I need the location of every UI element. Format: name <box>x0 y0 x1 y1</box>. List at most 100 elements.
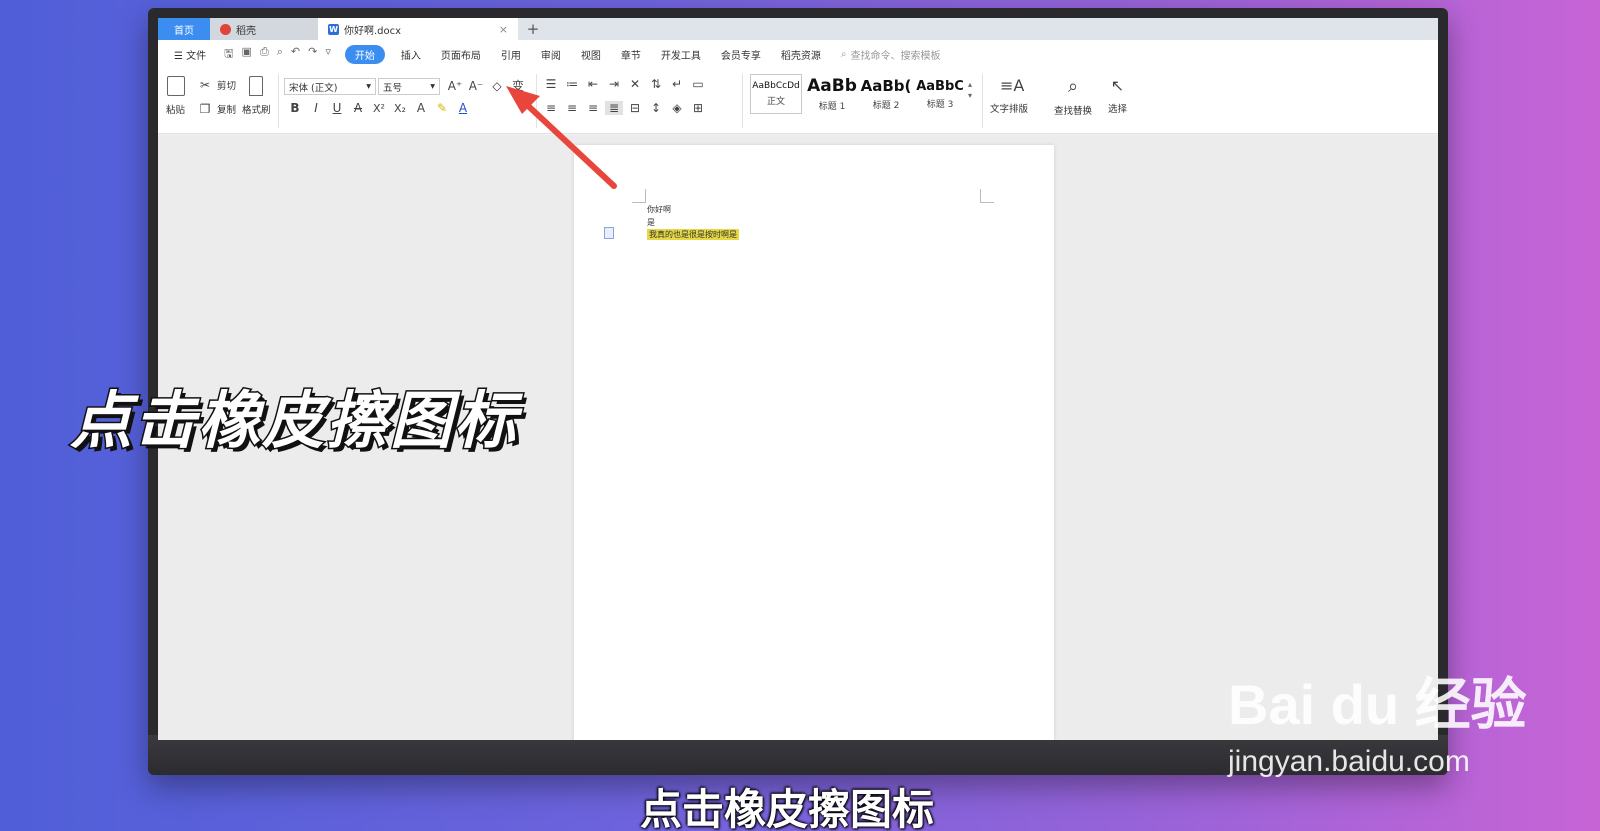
increase-font-icon[interactable]: A⁺ <box>446 79 464 93</box>
new-tab-button[interactable]: + <box>518 18 548 40</box>
tab-review[interactable]: 审阅 <box>531 47 571 62</box>
tab-section[interactable]: 章节 <box>611 47 651 62</box>
ribbon-divider <box>982 74 983 128</box>
font-name-select[interactable]: 宋体 (正文) ▾ <box>284 78 376 95</box>
chevron-up-icon: ▴ <box>968 80 973 89</box>
subscript-icon[interactable]: X₂ <box>391 102 409 115</box>
copy-label: 复制 <box>217 105 237 116</box>
tab-home-label: 首页 <box>174 25 194 37</box>
styles-scroll[interactable]: ▴ ▾ <box>968 80 972 100</box>
bold-icon[interactable]: B <box>286 101 304 115</box>
numbered-list-icon[interactable]: ≔ <box>563 77 581 91</box>
document-page[interactable]: 你好啊 是 我真的也是很是按时啊是 <box>574 145 1054 740</box>
tab-document[interactable]: W 你好啊.docx × <box>318 18 518 40</box>
font-size-select[interactable]: 五号 ▾ <box>378 78 440 95</box>
word-doc-icon: W <box>328 23 339 35</box>
shading-icon[interactable]: ◈ <box>668 101 686 115</box>
document-line-3: 我真的也是很是按时啊是 <box>647 229 739 240</box>
decrease-indent-icon[interactable]: ⇤ <box>584 77 602 91</box>
tab-document-label: 你好啊.docx <box>344 25 402 37</box>
align-right-icon[interactable]: ≡ <box>584 101 602 115</box>
text-layout-label: 文字排版 <box>990 104 1029 115</box>
paragraph-handle-icon[interactable] <box>604 227 614 239</box>
chevron-down-icon: ▾ <box>430 81 435 92</box>
baidu-jingyan-logo: Bai du 经验 <box>1228 673 1527 736</box>
tab-bar: 首页 稻壳 W 你好啊.docx × + <box>158 18 1438 40</box>
baidu-watermark: Bai du 经验 jingyan.baidu.com <box>1228 660 1527 779</box>
phonetic-guide-icon[interactable]: 变 <box>509 77 527 94</box>
print-icon[interactable]: ⎙ <box>260 45 269 64</box>
justify-icon[interactable]: ≣ <box>605 101 623 115</box>
tab-daoke[interactable]: 稻壳 <box>210 18 318 40</box>
tab-developer[interactable]: 开发工具 <box>651 47 711 62</box>
tab-home[interactable]: 首页 <box>158 18 210 40</box>
tab-start[interactable]: 开始 <box>344 44 385 64</box>
chinese-layout-icon[interactable]: ✕ <box>626 77 644 91</box>
daoke-icon <box>220 23 231 35</box>
style-normal[interactable]: AaBbCcDd 正文 <box>750 74 802 114</box>
decrease-font-icon[interactable]: A⁻ <box>467 79 485 93</box>
instruction-caption: 点击橡皮擦图标 <box>68 383 519 459</box>
command-search[interactable]: ⌕ 查找命令、搜索模板 <box>841 47 941 62</box>
font-name-value: 宋体 (正文) <box>289 82 338 94</box>
tab-stop-icon[interactable]: ▭ <box>689 77 707 91</box>
style-heading-2[interactable]: AaBb( 标题 2 <box>860 74 912 114</box>
format-painter-label: 格式刷 <box>242 105 271 116</box>
style-heading-3[interactable]: AaBbC 标题 3 <box>914 74 966 114</box>
ribbon-toolbar: 粘贴 ✂ 剪切 ❐ 复制 格式刷 宋体 (正文) ▾ 五号 ▾ A⁺ A⁻ ◇ … <box>158 68 1438 134</box>
hamburger-icon: ☰ <box>174 50 183 62</box>
close-tab-icon[interactable]: × <box>499 23 508 36</box>
show-marks-icon[interactable]: ↵ <box>668 77 686 91</box>
file-menu-label: 文件 <box>186 50 207 62</box>
tab-view[interactable]: 视图 <box>571 47 611 62</box>
document-line-2: 是 <box>647 218 655 227</box>
tab-daoke-resources[interactable]: 稻壳资源 <box>771 47 831 62</box>
cut-button[interactable]: ✂ 剪切 <box>196 78 236 92</box>
undo-icon[interactable]: ↶ <box>291 45 300 64</box>
menu-bar: ☰ 文件 🖫 ▣ ⎙ ⌕ ↶ ↷ ▿ 开始 插入 页面布局 引用 审阅 视图 章… <box>158 40 1438 68</box>
brush-icon <box>249 76 264 96</box>
export-pdf-icon[interactable]: ▣ <box>242 45 252 64</box>
file-menu[interactable]: ☰ 文件 <box>164 47 216 62</box>
superscript-icon[interactable]: X² <box>370 102 388 115</box>
copy-button[interactable]: ❐ 复制 <box>196 102 236 116</box>
sort-icon[interactable]: ⇅ <box>647 77 665 91</box>
eraser-icon[interactable]: ◇ <box>488 79 506 93</box>
align-center-icon[interactable]: ≡ <box>563 101 581 115</box>
command-search-placeholder: 查找命令、搜索模板 <box>850 50 941 62</box>
align-left-icon[interactable]: ≡ <box>542 101 560 115</box>
style-normal-label: 正文 <box>766 97 785 107</box>
increase-indent-icon[interactable]: ⇥ <box>605 77 623 91</box>
select-button[interactable]: ↖ 选择 <box>1108 76 1127 115</box>
style-heading-1-label: 标题 1 <box>818 102 846 112</box>
italic-icon[interactable]: I <box>307 101 325 115</box>
text-layout-button[interactable]: ≡A 文字排版 <box>990 76 1028 115</box>
font-size-value: 五号 <box>383 82 403 94</box>
find-replace-button[interactable]: ⌕ 查找替换 <box>1054 76 1092 117</box>
tab-page-layout[interactable]: 页面布局 <box>431 47 491 62</box>
line-spacing-icon[interactable]: ↕ <box>647 101 665 115</box>
tab-references[interactable]: 引用 <box>491 47 531 62</box>
distributed-icon[interactable]: ⊟ <box>626 101 644 115</box>
chevron-down-icon: ▾ <box>968 91 973 100</box>
style-heading-2-label: 标题 2 <box>872 101 900 111</box>
print-preview-icon[interactable]: ⌕ <box>277 45 283 64</box>
format-painter-button[interactable]: 格式刷 <box>242 76 271 116</box>
font-color-icon[interactable]: A <box>454 101 472 115</box>
highlight-icon[interactable]: ✎ <box>433 101 451 115</box>
tab-insert[interactable]: 插入 <box>391 47 431 62</box>
save-icon[interactable]: 🖫 <box>224 45 233 64</box>
bullet-list-icon[interactable]: ☰ <box>542 77 560 91</box>
text-effect-icon[interactable]: A <box>412 101 430 115</box>
highlighted-text: 我真的也是很是按时啊是 <box>647 229 739 240</box>
style-heading-1[interactable]: AaBb 标题 1 <box>806 74 858 114</box>
customize-dropdown-icon[interactable]: ▿ <box>325 45 331 64</box>
underline-icon[interactable]: U <box>328 101 346 115</box>
cut-label: 剪切 <box>217 81 237 92</box>
redo-icon[interactable]: ↷ <box>308 45 317 64</box>
tab-member[interactable]: 会员专享 <box>711 47 771 62</box>
strikethrough-icon[interactable]: A <box>349 101 367 115</box>
ribbon-divider <box>278 74 279 128</box>
borders-icon[interactable]: ⊞ <box>689 101 707 115</box>
paste-button[interactable]: 粘贴 <box>166 76 185 116</box>
